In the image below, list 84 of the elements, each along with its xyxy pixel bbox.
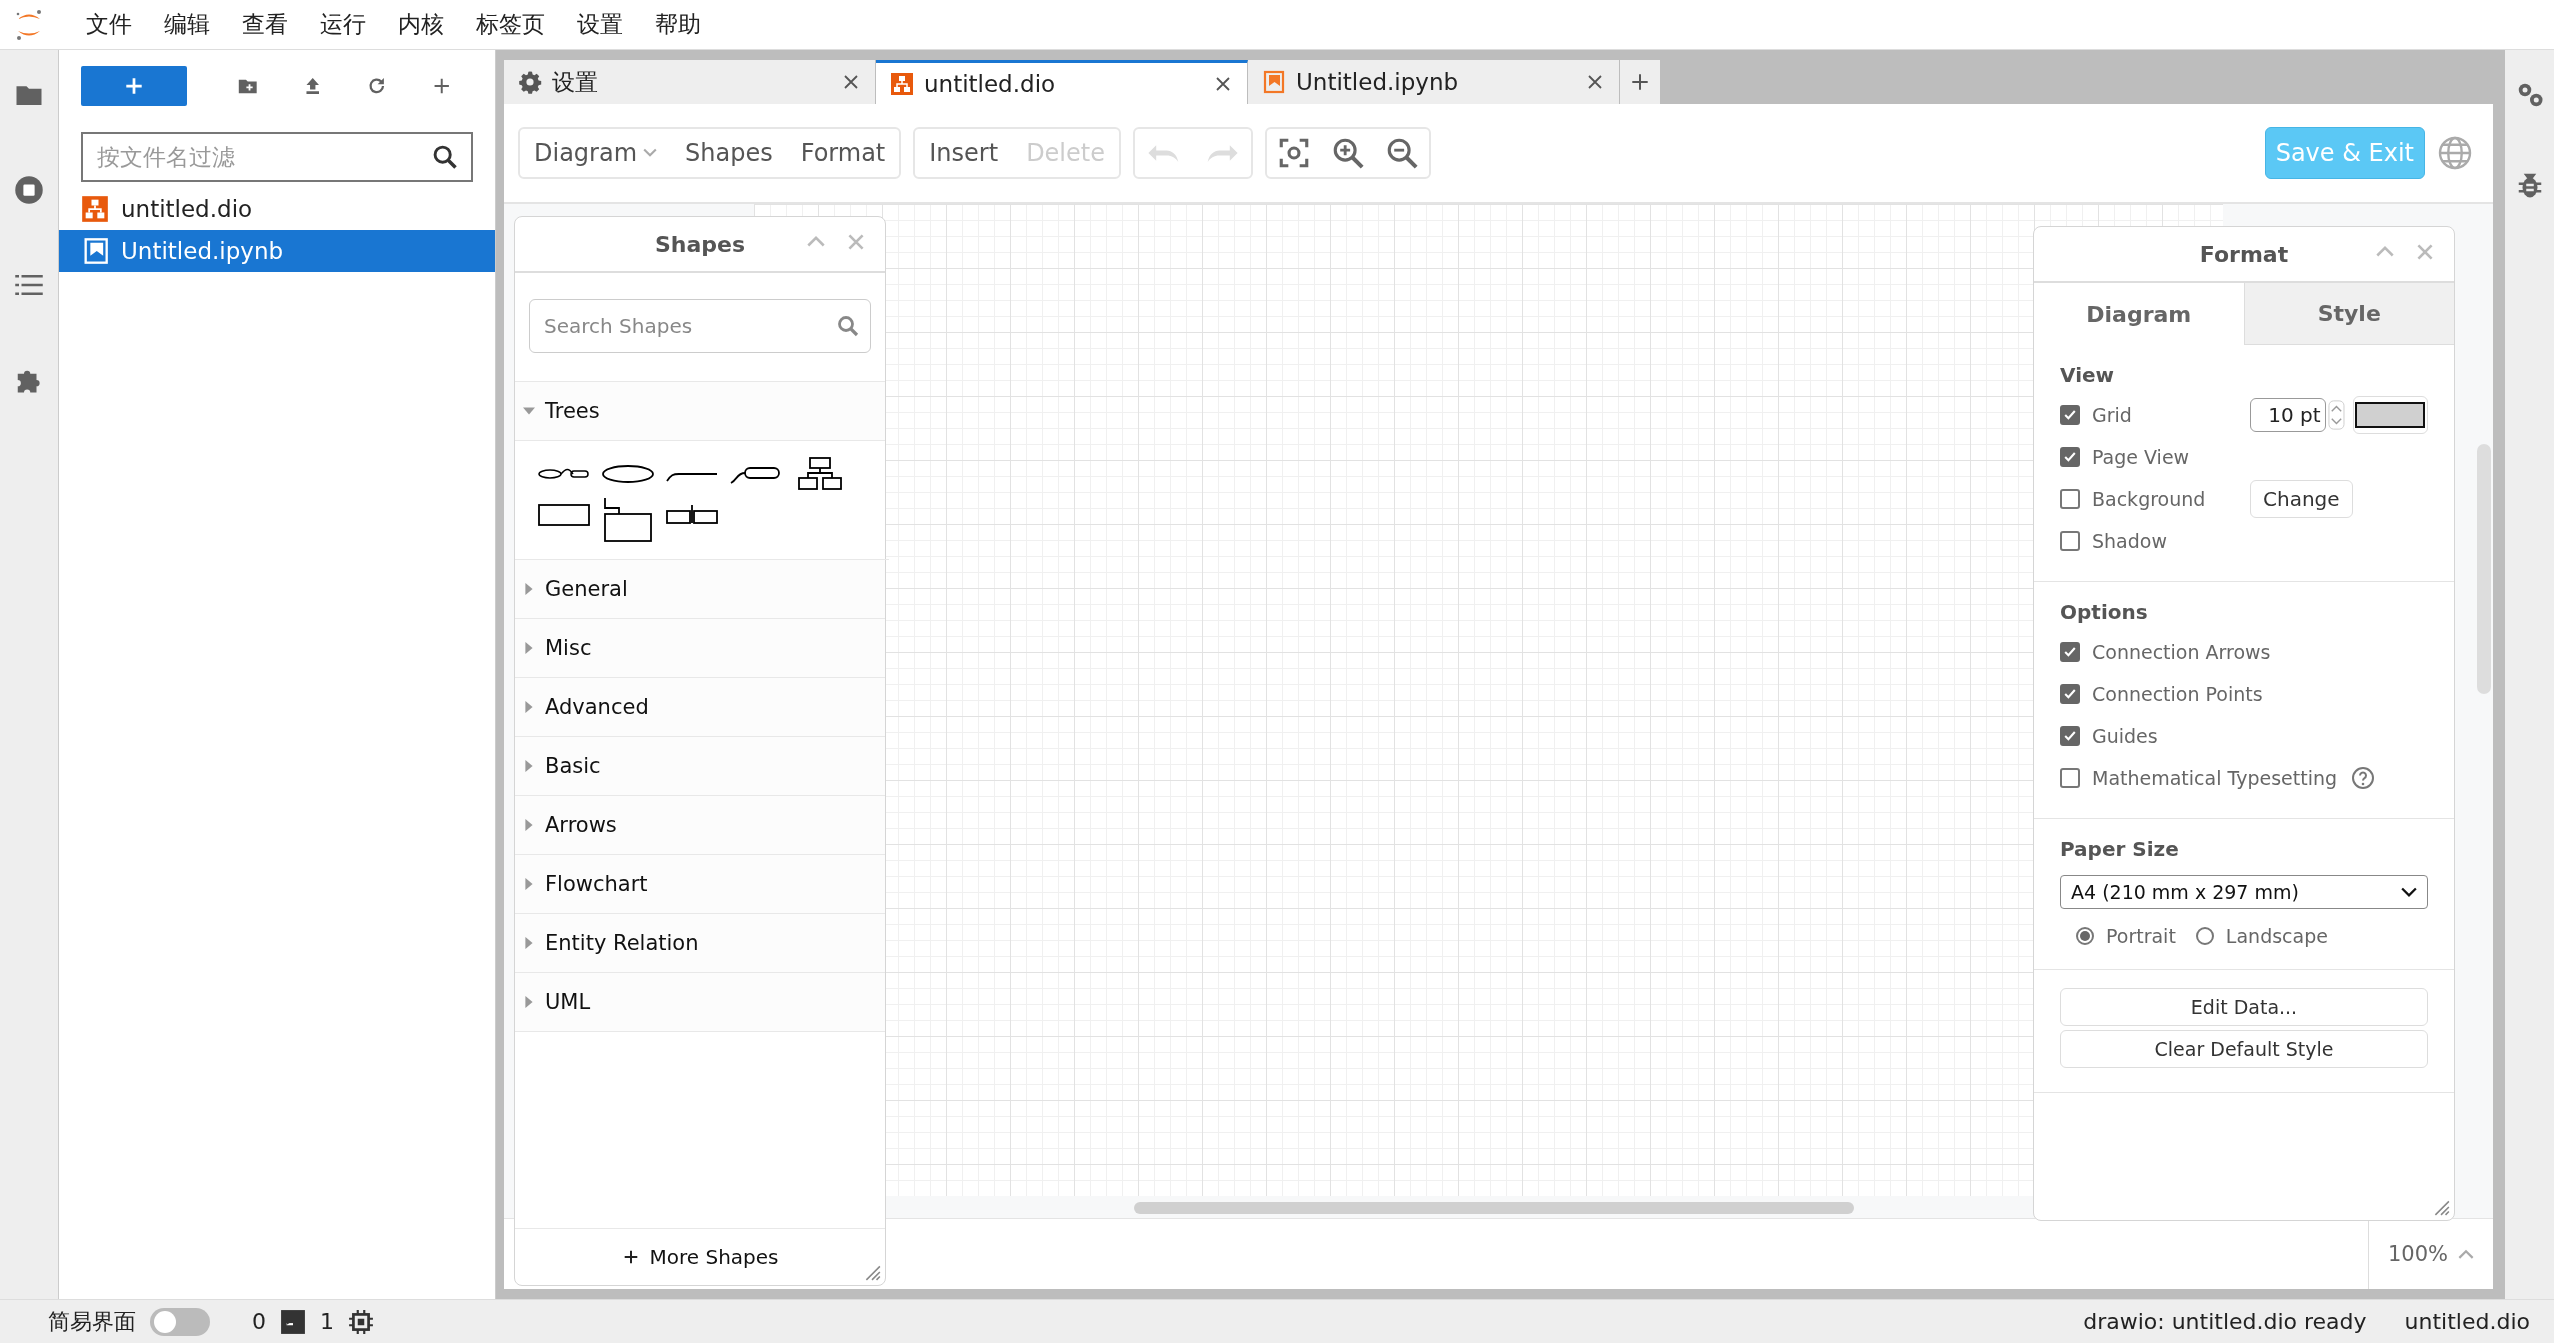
checkbox[interactable]: Page View: [2060, 446, 2242, 468]
caret-icon: [523, 405, 535, 417]
checkbox[interactable]: Connection Arrows: [2060, 641, 2271, 663]
toolbar-menu[interactable]: Format: [796, 139, 890, 167]
change-button[interactable]: Change: [2250, 480, 2353, 518]
menu-item[interactable]: 内核: [382, 9, 460, 40]
radio-button[interactable]: Portrait: [2076, 925, 2176, 947]
gear-icon: [518, 70, 542, 94]
menu-item[interactable]: 编辑: [148, 9, 226, 40]
document-tab[interactable]: 设置: [504, 60, 876, 104]
caret-icon: [2458, 1249, 2474, 1259]
chip-icon[interactable]: [348, 1308, 374, 1335]
notebook-file-icon: [1262, 70, 1286, 94]
search-icon: [836, 314, 860, 338]
stop-circle-icon[interactable]: [14, 175, 44, 205]
caret-icon: [523, 996, 535, 1008]
filter-field[interactable]: 按文件名过滤: [81, 132, 473, 182]
panel-title: Shapes: [654, 231, 746, 257]
caret-icon: [523, 760, 535, 772]
status-message: drawio: untitled.dio ready: [2083, 1309, 2367, 1334]
caret-icon: [523, 583, 535, 595]
status-label: 简易界面: [48, 1307, 136, 1336]
checkbox[interactable]: Shadow: [2060, 530, 2242, 552]
caret-icon: [643, 148, 658, 158]
toolbar-menu[interactable]: Diagram: [530, 139, 662, 167]
search-shapes-field[interactable]: Search Shapes: [529, 299, 871, 353]
checkbox[interactable]: Connection Points: [2060, 683, 2263, 705]
format-tab[interactable]: Style: [2243, 283, 2454, 345]
status-file: untitled.dio: [2404, 1309, 2530, 1334]
radio-button[interactable]: Landscape: [2195, 925, 2328, 947]
search-icon: [431, 143, 459, 171]
fit-screen-icon[interactable]: [1277, 136, 1311, 170]
terminal-count: 0: [252, 1309, 266, 1334]
paper-size-select[interactable]: A4 (210 mm x 297 mm): [2060, 875, 2428, 909]
caret-icon: [523, 819, 535, 831]
menu-item[interactable]: 帮助: [639, 9, 717, 40]
jupyter-logo: [14, 7, 44, 42]
section-heading: View: [2060, 363, 2116, 387]
grid-size-field[interactable]: 10 pt: [2250, 398, 2326, 432]
menu-item[interactable]: 查看: [226, 9, 304, 40]
scrollbar-thumb[interactable]: [2477, 444, 2491, 694]
diagram-file-icon: [890, 71, 914, 96]
add-tab-button[interactable]: [1620, 60, 1660, 104]
chevron-down-icon: [2401, 886, 2417, 898]
text-input[interactable]: 按文件名过滤: [95, 136, 431, 178]
document-tab[interactable]: untitled.dio: [876, 60, 1248, 104]
toolbar-menu[interactable]: Shapes: [681, 139, 777, 167]
checkbox[interactable]: Background: [2060, 488, 2242, 510]
file-item[interactable]: Untitled.ipynb: [59, 230, 495, 272]
section-heading: Paper Size: [2060, 837, 2180, 861]
checkbox[interactable]: Grid: [2060, 404, 2242, 426]
panel-button[interactable]: Edit Data...: [2060, 988, 2428, 1026]
spinner-icon[interactable]: [2327, 399, 2345, 431]
toolbar-button[interactable]: Insert: [925, 139, 1003, 167]
grid-color-button[interactable]: [2352, 396, 2428, 434]
menu-item[interactable]: 运行: [304, 9, 382, 40]
panel-button[interactable]: Clear Default Style: [2060, 1030, 2428, 1068]
zoom-out-icon[interactable]: [1385, 136, 1419, 170]
terminal-icon[interactable]: [280, 1308, 306, 1335]
section-heading: Options: [2060, 600, 2149, 624]
plus-icon: [1629, 71, 1651, 93]
toggle-switch[interactable]: [150, 1307, 210, 1336]
document-tab[interactable]: Untitled.ipynb: [1248, 60, 1620, 104]
kernel-count: 1: [320, 1309, 334, 1334]
checkbox[interactable]: Mathematical Typesetting: [2060, 767, 2337, 789]
resize-grip-icon[interactable]: [863, 1263, 881, 1281]
diagram-file-icon: [81, 195, 109, 223]
shape-thumbnail[interactable]: [601, 497, 655, 543]
menu-item[interactable]: 设置: [561, 9, 639, 40]
menu-item[interactable]: 文件: [70, 9, 148, 40]
caret-icon: [523, 878, 535, 890]
text-input[interactable]: Search Shapes: [542, 303, 836, 349]
file-item[interactable]: untitled.dio: [59, 188, 495, 230]
new-launcher-button[interactable]: [81, 66, 188, 106]
help-icon[interactable]: [2351, 766, 2375, 790]
menu-item[interactable]: 标签页: [460, 9, 561, 40]
resize-grip-icon[interactable]: [2432, 1198, 2450, 1216]
caret-icon: [523, 701, 535, 713]
caret-icon: [523, 642, 535, 654]
caret-icon: [523, 937, 535, 949]
panel-title: Format: [2199, 241, 2289, 267]
scrollbar-thumb[interactable]: [1134, 1202, 1854, 1214]
zoom-in-icon[interactable]: [1331, 136, 1365, 170]
checkbox[interactable]: Guides: [2060, 725, 2242, 747]
